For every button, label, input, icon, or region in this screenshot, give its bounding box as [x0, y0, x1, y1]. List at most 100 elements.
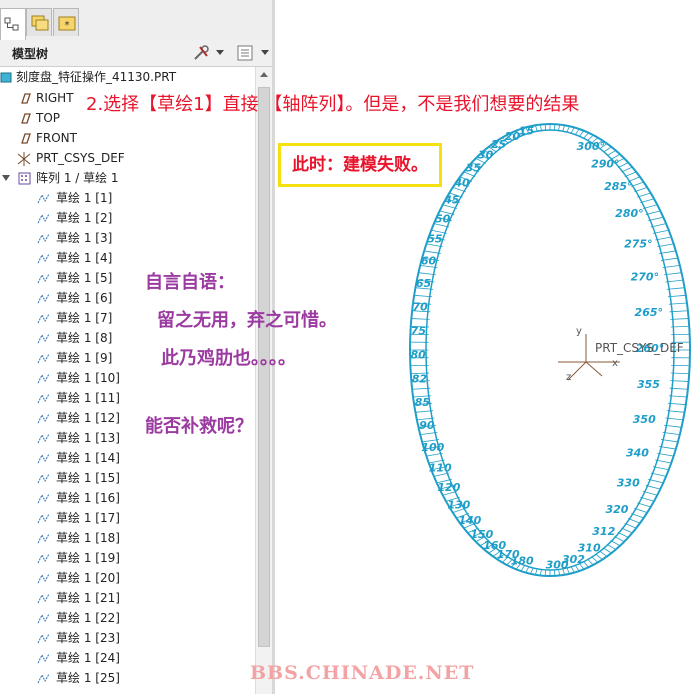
ring-label: 70 — [413, 300, 429, 313]
ring-tick — [645, 485, 661, 490]
sketch-icon — [37, 193, 50, 204]
sketch-icon — [37, 613, 50, 624]
pattern-icon — [18, 172, 31, 185]
tree-item-sketch[interactable]: 草绘 1 [20] — [0, 568, 255, 588]
tree-item-sketch[interactable]: 草绘 1 [4] — [0, 248, 255, 268]
tree-item-sketch[interactable]: 草绘 1 [2] — [0, 208, 255, 228]
ring-label: 82 — [412, 372, 428, 385]
ring-tick — [640, 198, 655, 204]
ring-label: 55 — [427, 233, 443, 246]
tree-columns-icon[interactable] — [236, 44, 254, 62]
ring-tick — [648, 216, 664, 222]
ring-label: 350 — [633, 413, 656, 426]
axis-label-x: x — [612, 358, 618, 369]
tree-item-sketch[interactable]: 草绘 1 [11] — [0, 388, 255, 408]
ring-label: 330 — [617, 476, 640, 489]
model-tree-title: 模型树 — [12, 47, 49, 61]
tree-item-label: 草绘 1 [2] — [56, 211, 113, 225]
ring-tick — [634, 507, 648, 513]
tree-item-label: RIGHT — [36, 91, 74, 105]
tree-item-sketch[interactable]: 草绘 1 [10] — [0, 368, 255, 388]
ring-tick — [642, 204, 658, 209]
ring-tick — [627, 518, 641, 524]
tree-item-part[interactable]: 刻度盘_特征操作_41130.PRT — [0, 67, 255, 87]
sketch-icon — [37, 433, 50, 444]
sketch-icon — [37, 293, 50, 304]
ring-tick — [570, 127, 575, 134]
tree-item-csys[interactable]: PRT_CSYS_DEF — [0, 148, 255, 168]
favorites-tab[interactable]: * — [53, 8, 79, 36]
ring-tick — [591, 556, 599, 563]
sketch-icon — [37, 413, 50, 424]
expand-triangle-icon[interactable] — [2, 174, 12, 184]
tree-item-sketch[interactable]: 草绘 1 [15] — [0, 468, 255, 488]
sketch-icon — [37, 233, 50, 244]
sketch-icon — [37, 273, 50, 284]
ring-label: 275° — [624, 237, 652, 250]
monologue-line-1: 留之无用，弃之可惜。 — [157, 310, 337, 331]
ring-tick — [566, 126, 570, 133]
scroll-up-icon[interactable] — [260, 72, 269, 78]
ring-tick — [637, 502, 651, 508]
ring-tick — [587, 558, 594, 566]
tree-item-sketch[interactable]: 草绘 1 [18] — [0, 528, 255, 548]
tree-item-label: 草绘 1 [16] — [56, 491, 120, 505]
ring-label: 80 — [410, 348, 426, 361]
sketch-icon — [37, 533, 50, 544]
ring-label: 30 — [478, 149, 494, 162]
chevron-down-icon[interactable] — [216, 50, 224, 56]
ring-tick — [631, 181, 644, 187]
tree-item-sketch[interactable]: 草绘 1 [1] — [0, 188, 255, 208]
question-text: 能否补救呢？ — [145, 416, 253, 437]
tree-item-sketch[interactable]: 草绘 1 [24] — [0, 648, 255, 668]
tree-item-pattern[interactable]: 阵列 1 / 草绘 1 — [0, 168, 255, 188]
tree-item-sketch[interactable]: 草绘 1 [14] — [0, 448, 255, 468]
ring-label: 40 — [453, 177, 470, 190]
tree-item-sketch[interactable]: 草绘 1 [21] — [0, 588, 255, 608]
tree-item-sketch[interactable]: 草绘 1 [19] — [0, 548, 255, 568]
tree-item-sketch[interactable]: 草绘 1 [23] — [0, 628, 255, 648]
tree-item-label: 草绘 1 [17] — [56, 511, 120, 525]
part-name: 刻度盘_特征操作_41130.PRT — [16, 70, 177, 84]
sketch-icon — [37, 673, 50, 684]
tree-item-label: 草绘 1 [7] — [56, 311, 113, 325]
ring-tick — [614, 536, 625, 543]
sketch-icon — [37, 453, 50, 464]
chevron-down-icon[interactable] — [261, 50, 269, 56]
ring-label: 50 — [435, 212, 451, 225]
tree-item-sketch[interactable]: 草绘 1 [22] — [0, 608, 255, 628]
tree-item-sketch[interactable]: 草绘 1 [3] — [0, 228, 255, 248]
axis-label-y: y — [576, 326, 582, 337]
ring-label: 130 — [447, 499, 470, 512]
monologue-title: 自言自语： — [145, 272, 235, 293]
tools-icon[interactable] — [192, 44, 210, 62]
ring-label: 110 — [429, 462, 452, 475]
ring-label: 15 — [519, 124, 535, 137]
ring-tick — [624, 522, 637, 529]
tree-item-sketch[interactable]: 草绘 1 [17] — [0, 508, 255, 528]
ring-tick — [648, 478, 664, 484]
tree-item-label: 草绘 1 [22] — [56, 611, 120, 625]
tree-item-sketch[interactable]: 草绘 1 [16] — [0, 488, 255, 508]
sketch-icon — [37, 473, 50, 484]
tree-item-label: 草绘 1 [13] — [56, 431, 120, 445]
ring-label: 320 — [605, 503, 628, 516]
ring-tick — [634, 187, 648, 193]
tree-item-front[interactable]: FRONT — [0, 128, 255, 148]
ring-tick — [595, 553, 603, 560]
model-tree-tab[interactable] — [0, 8, 26, 41]
ring-label: 35 — [466, 161, 482, 174]
ring-label: 355 — [637, 378, 660, 391]
ring-label: 312 — [592, 525, 615, 538]
sketch-icon — [37, 593, 50, 604]
tree-scrollbar[interactable] — [255, 67, 273, 694]
tree-item-sketch[interactable]: 草绘 1 [25] — [0, 668, 255, 688]
folder-browser-tab[interactable] — [26, 8, 52, 36]
tree-item-label: 草绘 1 [8] — [56, 331, 113, 345]
sketch-icon — [37, 393, 50, 404]
ring-label: 65 — [416, 277, 432, 290]
ring-label: 90 — [419, 419, 435, 432]
ring-tick — [624, 171, 637, 178]
ring-label: 285° — [604, 180, 632, 193]
model-tree-header: 模型树 — [0, 40, 275, 67]
